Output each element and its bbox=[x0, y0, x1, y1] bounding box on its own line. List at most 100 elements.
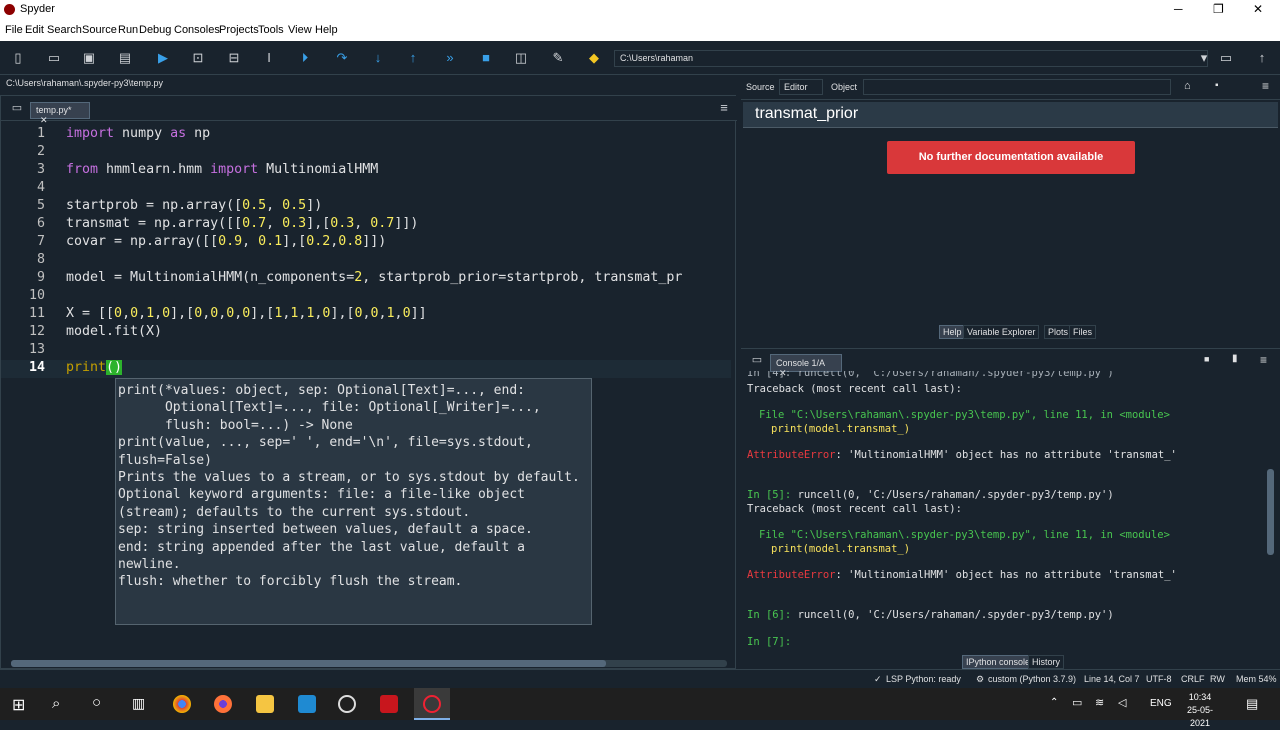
run-cell-icon[interactable]: ⊡ bbox=[190, 50, 206, 66]
menu-tools[interactable]: Tools bbox=[258, 24, 284, 36]
python-path-icon[interactable]: ◆ bbox=[586, 50, 602, 66]
browse-folder-icon[interactable]: ▭ bbox=[1218, 50, 1234, 66]
wifi-icon[interactable]: ≋ bbox=[1095, 696, 1104, 709]
menu-view[interactable]: View bbox=[288, 24, 312, 36]
parent-directory-icon[interactable]: ↑ bbox=[1254, 50, 1270, 66]
menu-help[interactable]: Help bbox=[315, 24, 338, 36]
tab-plots[interactable]: Plots bbox=[1044, 325, 1073, 339]
stop-icon[interactable]: ■ bbox=[478, 50, 494, 66]
tab-console[interactable]: Console 1/A ✕ bbox=[770, 354, 842, 378]
console-output[interactable]: In [4]: runcell(0, 'C:/Users/rahaman/.sp… bbox=[747, 371, 1267, 651]
calltip-line: Prints the values to a stream, or to sys… bbox=[118, 470, 580, 486]
help-toolbar: Source Editor Object ⌂ ▪ ≡ bbox=[741, 75, 1280, 100]
path-dropdown-icon[interactable]: ▾ bbox=[1196, 50, 1212, 66]
close-button[interactable]: ✕ bbox=[1253, 2, 1263, 16]
new-file-icon[interactable]: ▯ bbox=[10, 50, 26, 66]
line-number: 5 bbox=[36, 198, 45, 213]
battery-icon[interactable]: ▭ bbox=[1072, 696, 1082, 709]
code-line: 7 covar = np.array([[0.9, 0.1],[0.2,0.8]]… bbox=[1, 234, 731, 252]
menu-debug[interactable]: Debug bbox=[139, 24, 171, 36]
menu-projects[interactable]: Projects bbox=[219, 24, 259, 36]
tab-variable-explorer[interactable]: Variable Explorer bbox=[963, 325, 1040, 339]
read-write-status: RW bbox=[1210, 674, 1225, 684]
windows-start-icon[interactable]: ⊞ bbox=[12, 695, 25, 715]
browse-tabs-icon[interactable]: ▭ bbox=[749, 352, 765, 368]
menu-consoles[interactable]: Consoles bbox=[174, 24, 220, 36]
tab-files[interactable]: Files bbox=[1069, 325, 1097, 339]
calltip-line: flush: whether to forcibly flush the str… bbox=[118, 574, 463, 590]
console-line: In [5]: runcell(0, 'C:/Users/rahaman/.sp… bbox=[747, 489, 1114, 501]
search-icon[interactable]: ⌕ bbox=[52, 695, 60, 712]
browse-tabs-icon[interactable]: ▭ bbox=[9, 100, 25, 116]
run-icon[interactable]: ▶ bbox=[155, 50, 171, 66]
tab-history[interactable]: History bbox=[1028, 655, 1065, 669]
menu-edit[interactable]: Edit bbox=[25, 24, 44, 36]
console-error-line: AttributeError: 'MultinomialHMM' object … bbox=[747, 449, 1177, 461]
menu-search[interactable]: Search bbox=[47, 24, 82, 36]
maximize-pane-icon[interactable]: ◫ bbox=[513, 50, 529, 66]
tab-ipython-console[interactable]: IPython console bbox=[962, 655, 1035, 669]
step-icon[interactable]: ↷ bbox=[334, 50, 350, 66]
run-cell-advance-icon[interactable]: ⊟ bbox=[226, 50, 242, 66]
step-into-icon[interactable]: ↓ bbox=[370, 50, 386, 66]
stop-kernel-icon[interactable]: ■ bbox=[1204, 354, 1209, 364]
firefox-icon[interactable] bbox=[214, 695, 232, 713]
calltip-line: sep: string inserted between values, def… bbox=[118, 522, 533, 538]
acrobat-icon[interactable] bbox=[380, 695, 398, 713]
code-line: 9 model = MultinomialHMM(n_components=2, … bbox=[1, 270, 731, 288]
spyder-taskbar-item[interactable] bbox=[414, 688, 450, 720]
step-return-icon[interactable]: ↑ bbox=[405, 50, 421, 66]
save-all-icon[interactable]: ▤ bbox=[117, 50, 133, 66]
task-view-icon[interactable]: ▥ bbox=[132, 695, 145, 712]
volume-icon[interactable]: ◁ bbox=[1118, 696, 1126, 709]
python-env[interactable]: custom (Python 3.7.9) bbox=[988, 674, 1076, 684]
line-number: 9 bbox=[36, 270, 45, 285]
editor-tab-bar: ▭ temp.py* ✕ ≡ bbox=[1, 96, 737, 125]
continue-icon[interactable]: » bbox=[442, 50, 458, 66]
help-title: transmat_prior bbox=[755, 105, 859, 122]
minimize-button[interactable]: ─ bbox=[1174, 2, 1183, 16]
code-line: 8 bbox=[1, 252, 731, 270]
notifications-icon[interactable]: ▤ bbox=[1246, 696, 1258, 712]
input-language[interactable]: ENG bbox=[1150, 698, 1172, 709]
editor-horizontal-scrollbar[interactable] bbox=[11, 660, 727, 667]
code-line: 12 model.fit(X) bbox=[1, 324, 731, 342]
file-explorer-icon[interactable] bbox=[256, 695, 274, 713]
calltip-line: (stream); defaults to the current sys.st… bbox=[118, 504, 471, 520]
vscode-icon[interactable] bbox=[298, 695, 316, 713]
options-menu-icon[interactable]: ≡ bbox=[716, 100, 732, 116]
calltip-popup: print(*values: object, sep: Optional[Tex… bbox=[115, 378, 592, 625]
menu-run[interactable]: Run bbox=[118, 24, 138, 36]
cortana-icon[interactable]: ○ bbox=[92, 694, 101, 711]
home-icon[interactable]: ⌂ bbox=[1184, 80, 1191, 92]
menu-source[interactable]: Source bbox=[82, 24, 117, 36]
object-label: Object bbox=[831, 82, 858, 92]
tab-temp-py[interactable]: temp.py* ✕ bbox=[30, 102, 90, 125]
console-scrollbar[interactable] bbox=[1267, 469, 1274, 555]
preferences-wrench-icon[interactable]: ✎ bbox=[550, 50, 566, 66]
line-number: 6 bbox=[36, 216, 45, 231]
code-line: 2 bbox=[1, 144, 731, 162]
clock[interactable]: 10:34 25-05-2021 bbox=[1178, 691, 1222, 730]
scrollbar-thumb[interactable] bbox=[11, 660, 606, 667]
options-menu-icon[interactable]: ≡ bbox=[1260, 353, 1267, 367]
object-input[interactable] bbox=[863, 79, 1171, 95]
chrome-icon[interactable] bbox=[173, 695, 191, 713]
source-select[interactable]: Editor bbox=[779, 79, 823, 95]
tray-chevron-icon[interactable]: ⌃ bbox=[1050, 697, 1058, 708]
open-folder-icon[interactable]: ▭ bbox=[46, 50, 62, 66]
run-selection-icon[interactable]: I bbox=[261, 50, 277, 66]
close-tab-icon[interactable]: ✕ bbox=[40, 115, 48, 125]
clear-console-icon[interactable]: ▮ bbox=[1232, 353, 1238, 364]
working-directory-input[interactable]: C:\Users\rahaman bbox=[614, 50, 1208, 67]
save-icon[interactable]: ▣ bbox=[81, 50, 97, 66]
menu-file[interactable]: File bbox=[5, 24, 23, 36]
app-icon[interactable] bbox=[338, 695, 356, 713]
console-line: File "C:\Users\rahaman\.spyder-py3\temp.… bbox=[759, 409, 1170, 421]
maximize-button[interactable]: ❐ bbox=[1213, 2, 1224, 16]
lock-icon[interactable]: ▪ bbox=[1215, 80, 1219, 91]
toolbar: ▯ ▭ ▣ ▤ ▶ ⊡ ⊟ I ⏵ ↷ ↓ ↑ » ■ ◫ ✎ ◆ C:\Use… bbox=[0, 41, 1280, 75]
options-menu-icon[interactable]: ≡ bbox=[1262, 79, 1269, 93]
debug-icon[interactable]: ⏵ bbox=[297, 50, 313, 66]
tab-help[interactable]: Help bbox=[939, 325, 966, 339]
